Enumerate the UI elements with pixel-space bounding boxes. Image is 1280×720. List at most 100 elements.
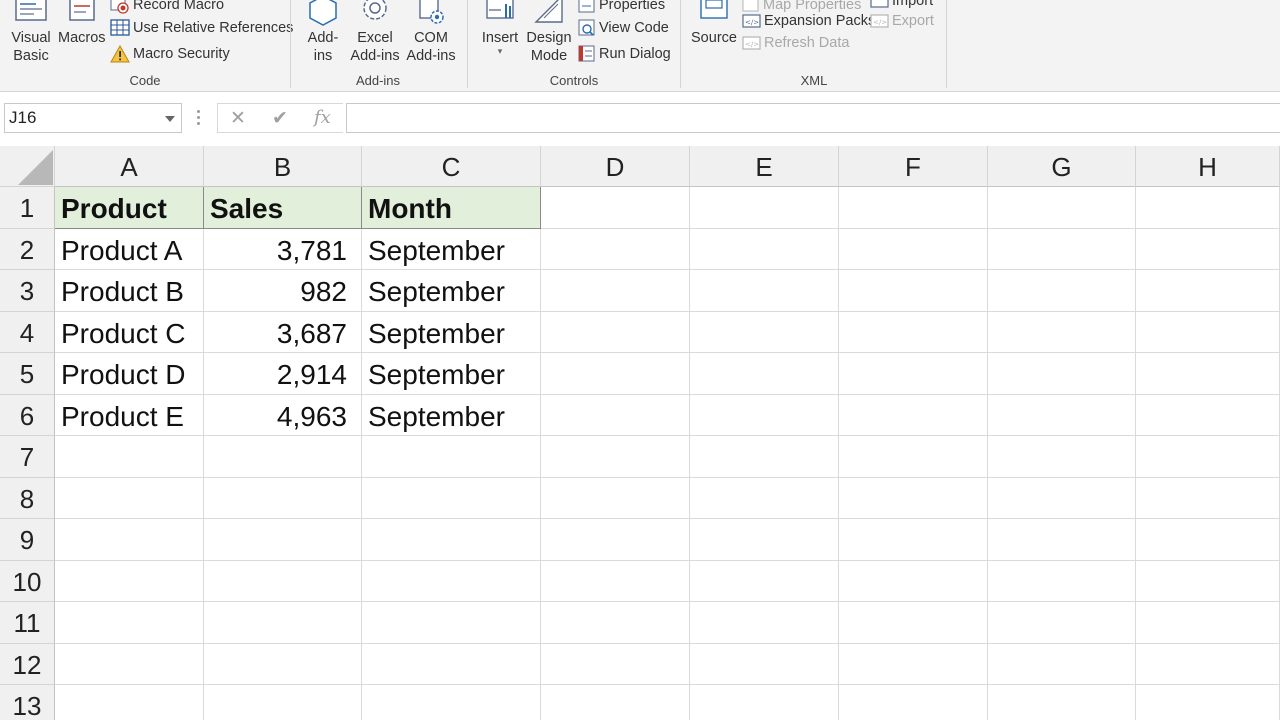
insert-controls-button[interactable]: Insert ▾: [478, 0, 522, 56]
cell-g6[interactable]: [988, 394, 1136, 436]
cell-c1[interactable]: Month: [362, 187, 541, 229]
macro-security-button[interactable]: Macro Security: [110, 43, 230, 65]
name-box-dropdown-icon[interactable]: [165, 116, 175, 122]
cell-e7[interactable]: [690, 436, 839, 478]
cell-h6[interactable]: [1136, 394, 1280, 436]
cell-h4[interactable]: [1136, 311, 1280, 353]
cell-d4[interactable]: [541, 311, 690, 353]
formula-bar-resize-handle-icon[interactable]: [197, 110, 201, 126]
cell-c9[interactable]: [362, 519, 541, 561]
cell-f13[interactable]: [839, 685, 988, 720]
properties-button[interactable]: Properties: [578, 0, 665, 16]
refresh-data-button[interactable]: </> Refresh Data: [742, 32, 849, 54]
cell-a13[interactable]: [55, 685, 204, 720]
cell-e13[interactable]: [690, 685, 839, 720]
row-header-8[interactable]: 8: [0, 477, 55, 519]
cell-g3[interactable]: [988, 270, 1136, 312]
cell-a9[interactable]: [55, 519, 204, 561]
column-header-c[interactable]: C: [362, 146, 541, 187]
cell-d9[interactable]: [541, 519, 690, 561]
cell-a1[interactable]: Product: [55, 187, 204, 229]
cell-c2[interactable]: September: [362, 228, 541, 270]
column-header-g[interactable]: G: [988, 146, 1136, 187]
column-header-f[interactable]: F: [839, 146, 988, 187]
cell-g1[interactable]: [988, 187, 1136, 229]
cell-b6[interactable]: 4,963: [204, 394, 362, 436]
name-box[interactable]: J16: [4, 103, 182, 133]
cell-h10[interactable]: [1136, 560, 1280, 602]
cell-g5[interactable]: [988, 353, 1136, 395]
cell-c12[interactable]: [362, 643, 541, 685]
row-header-5[interactable]: 5: [0, 353, 55, 395]
record-macro-button[interactable]: Record Macro: [110, 0, 224, 16]
row-header-9[interactable]: 9: [0, 519, 55, 561]
cell-e12[interactable]: [690, 643, 839, 685]
cell-a11[interactable]: [55, 602, 204, 644]
cell-e1[interactable]: [690, 187, 839, 229]
cell-c6[interactable]: September: [362, 394, 541, 436]
column-header-b[interactable]: B: [204, 146, 362, 187]
cell-b11[interactable]: [204, 602, 362, 644]
run-dialog-button[interactable]: Run Dialog: [578, 43, 671, 65]
row-header-13[interactable]: 13: [0, 685, 55, 720]
column-header-a[interactable]: A: [55, 146, 204, 187]
cell-c10[interactable]: [362, 560, 541, 602]
cell-e6[interactable]: [690, 394, 839, 436]
row-header-10[interactable]: 10: [0, 560, 55, 602]
cell-h13[interactable]: [1136, 685, 1280, 720]
cell-c3[interactable]: September: [362, 270, 541, 312]
use-relative-references-button[interactable]: Use Relative References: [110, 17, 293, 39]
cell-h2[interactable]: [1136, 228, 1280, 270]
cell-d12[interactable]: [541, 643, 690, 685]
cell-d10[interactable]: [541, 560, 690, 602]
cell-g4[interactable]: [988, 311, 1136, 353]
cell-a5[interactable]: Product D: [55, 353, 204, 395]
enter-check-icon[interactable]: ✔: [272, 107, 288, 130]
cell-c11[interactable]: [362, 602, 541, 644]
excel-addins-button[interactable]: Excel Add-ins: [350, 0, 400, 65]
com-addins-button[interactable]: COM Add-ins: [405, 0, 457, 65]
cell-g9[interactable]: [988, 519, 1136, 561]
cell-b10[interactable]: [204, 560, 362, 602]
column-header-h[interactable]: H: [1136, 146, 1280, 187]
expansion-packs-button[interactable]: </> Expansion Packs: [742, 10, 875, 32]
cell-a7[interactable]: [55, 436, 204, 478]
cell-d6[interactable]: [541, 394, 690, 436]
cell-a4[interactable]: Product C: [55, 311, 204, 353]
cell-b8[interactable]: [204, 477, 362, 519]
cell-e5[interactable]: [690, 353, 839, 395]
row-header-4[interactable]: 4: [0, 311, 55, 353]
cell-b9[interactable]: [204, 519, 362, 561]
column-header-e[interactable]: E: [690, 146, 839, 187]
cell-e4[interactable]: [690, 311, 839, 353]
insert-function-icon[interactable]: fx: [314, 107, 331, 128]
cell-a6[interactable]: Product E: [55, 394, 204, 436]
cell-b4[interactable]: 3,687: [204, 311, 362, 353]
cell-g2[interactable]: [988, 228, 1136, 270]
cell-c7[interactable]: [362, 436, 541, 478]
cancel-icon[interactable]: ✕: [230, 107, 246, 130]
formula-input[interactable]: [346, 103, 1280, 133]
cell-h12[interactable]: [1136, 643, 1280, 685]
cell-f9[interactable]: [839, 519, 988, 561]
source-button[interactable]: Source: [690, 0, 738, 47]
row-header-1[interactable]: 1: [0, 187, 55, 229]
cell-c8[interactable]: [362, 477, 541, 519]
cell-e3[interactable]: [690, 270, 839, 312]
cell-g7[interactable]: [988, 436, 1136, 478]
view-code-button[interactable]: View Code: [578, 17, 669, 39]
cell-a2[interactable]: Product A: [55, 228, 204, 270]
cell-a10[interactable]: [55, 560, 204, 602]
cell-a8[interactable]: [55, 477, 204, 519]
cell-h11[interactable]: [1136, 602, 1280, 644]
cell-f12[interactable]: [839, 643, 988, 685]
addins-button[interactable]: Add- ins: [300, 0, 346, 65]
cell-e11[interactable]: [690, 602, 839, 644]
cell-f6[interactable]: [839, 394, 988, 436]
cell-e10[interactable]: [690, 560, 839, 602]
cell-d1[interactable]: [541, 187, 690, 229]
cell-e9[interactable]: [690, 519, 839, 561]
row-header-7[interactable]: 7: [0, 436, 55, 478]
cell-b7[interactable]: [204, 436, 362, 478]
cell-f8[interactable]: [839, 477, 988, 519]
